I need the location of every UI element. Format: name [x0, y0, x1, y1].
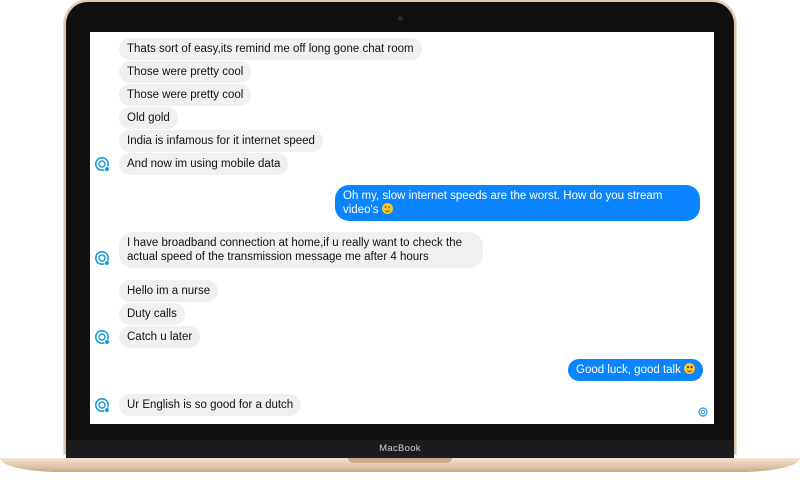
lid-opening-notch [348, 458, 452, 463]
message-bubble-incoming: Hello im a nurse [119, 280, 219, 302]
message-bubble-incoming: Those were pretty cool [119, 84, 252, 106]
message-bubble-outgoing: Oh my, slow internet speeds are the wors… [335, 185, 700, 221]
device-brand-label: MacBook [379, 443, 421, 454]
message-bubble-incoming: Those were pretty cool [119, 61, 252, 83]
message-bubble-incoming: Thats sort of easy,its remind me off lon… [119, 38, 422, 60]
message-bubble-incoming: And now im using mobile data [119, 153, 289, 175]
grinning-face-emoji-icon [381, 203, 393, 214]
message-bubble-incoming: India is infamous for it internet speed [119, 130, 323, 152]
contact-avatar-icon[interactable] [94, 329, 110, 345]
message-bubble-incoming: Duty calls [119, 303, 185, 325]
message-bubble-incoming: Old gold [119, 107, 178, 129]
message-bubble-outgoing: Good luck, good talk [568, 359, 704, 381]
contact-avatar-icon[interactable] [94, 397, 110, 413]
camera [398, 16, 403, 21]
message-bubble-incoming: Catch u later [119, 326, 201, 348]
contact-avatar-icon[interactable] [94, 250, 110, 266]
message-bubble-incoming: I have broadband connection at home,if u… [119, 232, 483, 268]
contact-avatar-icon[interactable] [94, 156, 110, 172]
seen-avatar-icon [698, 404, 708, 417]
message-text: Good luck, good talk [576, 364, 681, 376]
chat-screen: Thats sort of easy,its remind me off lon… [90, 32, 714, 424]
smiling-face-emoji-icon [684, 363, 696, 374]
message-bubble-incoming: Ur English is so good for a dutch [119, 394, 302, 416]
